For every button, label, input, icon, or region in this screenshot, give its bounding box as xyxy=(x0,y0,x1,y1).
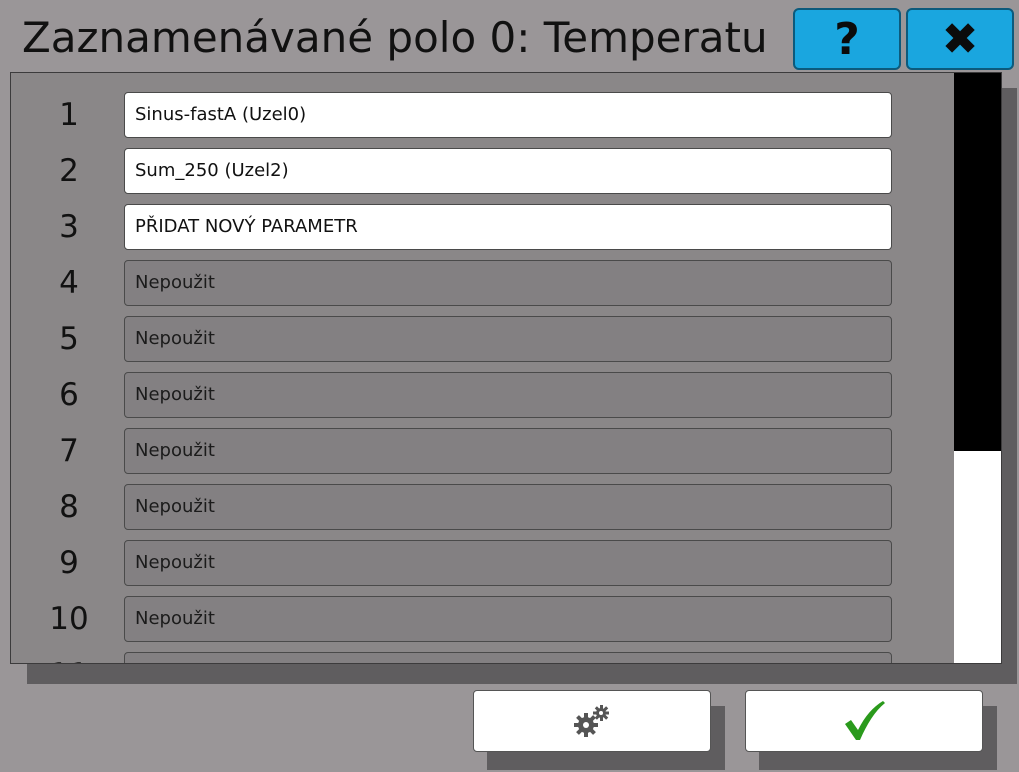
close-button[interactable]: ✖ xyxy=(906,8,1014,70)
page-title: Zaznamenávané polo 0: Temperatu xyxy=(22,13,768,62)
confirm-button[interactable] xyxy=(745,690,983,752)
row-number: 4 xyxy=(59,265,79,301)
list-row[interactable]: 6 Nepoužit xyxy=(11,372,951,418)
checkmark-icon xyxy=(845,701,885,740)
help-button[interactable]: ? xyxy=(793,8,901,70)
row-number: 2 xyxy=(59,153,79,189)
question-mark-icon: ? xyxy=(834,13,860,65)
parameter-field[interactable]: Sinus-fastA (Uzel0) xyxy=(124,92,892,138)
list-row[interactable]: 2 Sum_250 (Uzel2) xyxy=(11,148,951,194)
row-number: 1 xyxy=(59,97,79,133)
unused-parameter-field[interactable]: Nepoužit xyxy=(124,484,892,530)
list-row[interactable]: 4 Nepoužit xyxy=(11,260,951,306)
row-number: 7 xyxy=(59,433,79,469)
row-number: 11 xyxy=(19,652,119,663)
unused-parameter-field[interactable]: Nepoužit xyxy=(124,428,892,474)
list-row[interactable]: 5 Nepoužit xyxy=(11,316,951,362)
gears-icon xyxy=(574,705,609,737)
row-number: 6 xyxy=(59,377,79,413)
parameter-field[interactable]: Sum_250 (Uzel2) xyxy=(124,148,892,194)
parameter-list[interactable]: 1 Sinus-fastA (Uzel0) 2 Sum_250 (Uzel2) 3 PŘI… xyxy=(10,72,1002,664)
row-number: 8 xyxy=(59,489,79,525)
unused-parameter-field[interactable]: Nepoužit xyxy=(124,260,892,306)
row-number: 5 xyxy=(59,321,79,357)
list-row[interactable]: 7 Nepoužit xyxy=(11,428,951,474)
unused-parameter-field[interactable]: Nepoužit xyxy=(124,316,892,362)
unused-parameter-field[interactable] xyxy=(124,652,892,663)
header-bar: Zaznamenávané polo 0: Temperatu ? ✖ xyxy=(0,0,1019,72)
list-row[interactable]: 3 PŘIDAT NOVÝ PARAMETR xyxy=(11,204,951,250)
row-number: 3 xyxy=(59,209,79,245)
list-row[interactable]: 1 Sinus-fastA (Uzel0) xyxy=(11,92,951,138)
scrollbar-thumb[interactable] xyxy=(954,73,1001,451)
row-number: 10 xyxy=(49,601,89,637)
scrollbar[interactable] xyxy=(954,73,1001,663)
unused-parameter-field[interactable]: Nepoužit xyxy=(124,596,892,642)
settings-button[interactable] xyxy=(473,690,711,752)
list-row[interactable]: 11 xyxy=(11,652,951,663)
list-row[interactable]: 9 Nepoužit xyxy=(11,540,951,586)
parameter-field[interactable]: PŘIDAT NOVÝ PARAMETR xyxy=(124,204,892,250)
list-row[interactable]: 10 Nepoužit xyxy=(11,596,951,642)
row-number: 9 xyxy=(59,545,79,581)
unused-parameter-field[interactable]: Nepoužit xyxy=(124,372,892,418)
close-icon: ✖ xyxy=(941,13,979,65)
unused-parameter-field[interactable]: Nepoužit xyxy=(124,540,892,586)
list-row[interactable]: 8 Nepoužit xyxy=(11,484,951,530)
